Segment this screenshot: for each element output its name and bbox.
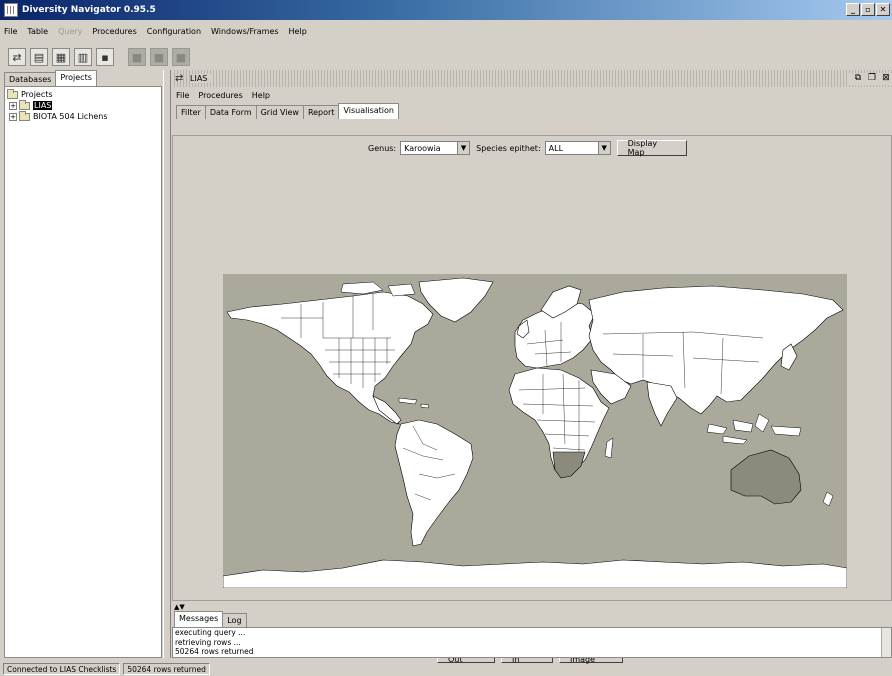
epithet-value: ALL xyxy=(548,143,564,153)
table-query-icon[interactable]: ▦ xyxy=(52,48,70,66)
connection-status: Connected to LIAS Checklists xyxy=(3,663,121,675)
menu-file[interactable]: File xyxy=(4,27,17,36)
tree-item-lias[interactable]: + LIAS xyxy=(7,99,159,111)
menu-query: Query xyxy=(58,26,83,36)
minimize-button[interactable]: _ xyxy=(846,3,860,16)
table-edit-icon[interactable]: ▥ xyxy=(74,48,92,66)
tab-visualisation[interactable]: Visualisation xyxy=(338,103,399,119)
visualisation-panel: Genus: Karoowia ▼ Species epithet: ALL ▼… xyxy=(172,135,892,664)
frame-menu-help[interactable]: Help xyxy=(252,91,270,100)
menu-bar: File Table Query Procedures Configuratio… xyxy=(0,21,892,41)
disabled-tool-2-icon: ■ xyxy=(150,48,168,66)
message-line: executing query ... xyxy=(175,628,246,637)
tab-messages[interactable]: Messages xyxy=(174,611,224,627)
message-line: 50264 rows returned xyxy=(175,647,254,656)
chevron-down-icon[interactable]: ▼ xyxy=(597,142,610,154)
tree-item-biota[interactable]: + BIOTA 504 Lichens xyxy=(7,110,159,122)
rows-status: 50264 rows returned xyxy=(123,663,210,675)
display-map-button[interactable]: Display Map xyxy=(616,139,687,157)
frame-menu-procedures[interactable]: Procedures xyxy=(198,91,242,100)
tab-data-form[interactable]: Data Form xyxy=(204,105,257,119)
disabled-tool-1-icon: ■ xyxy=(128,48,146,66)
vertical-scrollbar[interactable] xyxy=(881,628,891,657)
menu-help[interactable]: Help xyxy=(289,27,307,36)
message-line: retrieving rows ... xyxy=(175,637,241,647)
menu-windows-frames[interactable]: Windows/Frames xyxy=(211,27,279,36)
frame-title-bar: ⇄ LIAS ⧉ ❐ ⊠ xyxy=(172,70,892,87)
window-title: Diversity Navigator 0.95.5 xyxy=(22,5,156,15)
app-icon xyxy=(4,3,18,17)
folder-open-icon xyxy=(7,88,18,99)
expand-icon[interactable]: + xyxy=(9,112,17,121)
project-tree: Projects + LIAS + BIOTA 504 Lichens xyxy=(4,86,162,658)
window-controls: _ ▫ ✕ xyxy=(846,3,890,16)
tab-log[interactable]: Log xyxy=(222,613,247,627)
expand-icon[interactable]: + xyxy=(9,101,17,110)
collapse-arrows-icon[interactable]: ▲▼ xyxy=(172,603,892,611)
genus-select[interactable]: Karoowia ▼ xyxy=(400,141,471,155)
world-map-canvas xyxy=(223,274,847,588)
frame-tabs: Filter Data Form Grid View Report Visual… xyxy=(172,103,892,119)
left-panel: Databases Projects Projects + LIAS + BIO… xyxy=(4,70,162,658)
frame-icon: ⇄ xyxy=(175,72,184,84)
message-tabs: Messages Log xyxy=(172,611,892,627)
status-bar: Connected to LIAS Checklists 50264 rows … xyxy=(0,662,892,676)
filter-row: Genus: Karoowia ▼ Species epithet: ALL ▼… xyxy=(173,139,891,157)
tab-grid-view[interactable]: Grid View xyxy=(255,105,304,119)
frame-menu-file[interactable]: File xyxy=(176,91,189,100)
tree-root[interactable]: Projects xyxy=(7,88,159,100)
tab-filter[interactable]: Filter xyxy=(176,105,206,119)
close-frame-icon[interactable]: ⊠ xyxy=(880,73,892,85)
tree-item-label: LIAS xyxy=(33,101,53,110)
left-tabs: Databases Projects xyxy=(4,70,162,86)
epithet-select[interactable]: ALL ▼ xyxy=(544,141,611,155)
tab-databases[interactable]: Databases xyxy=(4,72,57,86)
epithet-label: Species epithet: xyxy=(476,143,541,153)
genus-label: Genus: xyxy=(368,143,397,153)
restore-frame-icon[interactable]: ❐ xyxy=(866,73,878,85)
world-map[interactable] xyxy=(223,274,847,588)
connect-icon[interactable]: ⇄ xyxy=(8,48,26,66)
genus-value: Karoowia xyxy=(404,143,441,153)
chevron-down-icon[interactable]: ▼ xyxy=(457,142,470,154)
toolbar: ⇄ ▤ ▦ ▥ ▪ ■ ■ ■ xyxy=(0,46,892,68)
maximize-button[interactable]: ▫ xyxy=(861,3,875,16)
menu-procedures[interactable]: Procedures xyxy=(92,27,136,36)
close-button[interactable]: ✕ xyxy=(876,3,890,16)
minimize-frame-icon[interactable]: ⧉ xyxy=(852,73,864,85)
lias-frame: ⇄ LIAS ⧉ ❐ ⊠ File Procedures Help Filter… xyxy=(172,70,892,664)
frame-title: LIAS xyxy=(190,74,212,83)
menu-configuration[interactable]: Configuration xyxy=(147,27,201,36)
message-log: executing query ... retrieving rows ... … xyxy=(172,627,892,658)
frame-controls: ⧉ ❐ ⊠ xyxy=(848,72,892,85)
panel-splitter[interactable] xyxy=(163,70,171,658)
tab-projects[interactable]: Projects xyxy=(55,70,97,86)
tab-report[interactable]: Report xyxy=(302,105,340,119)
folder-icon xyxy=(19,110,30,121)
folder-icon xyxy=(19,99,30,110)
tree-root-label: Projects xyxy=(21,90,53,99)
menu-table[interactable]: Table xyxy=(27,27,48,36)
disabled-tool-3-icon: ■ xyxy=(172,48,190,66)
tree-item-label: BIOTA 504 Lichens xyxy=(33,112,108,121)
save-icon[interactable]: ▪ xyxy=(96,48,114,66)
table-new-icon[interactable]: ▤ xyxy=(30,48,48,66)
title-bar: Diversity Navigator 0.95.5 _ ▫ ✕ xyxy=(0,0,892,20)
frame-menu-bar: File Procedures Help xyxy=(172,87,892,103)
